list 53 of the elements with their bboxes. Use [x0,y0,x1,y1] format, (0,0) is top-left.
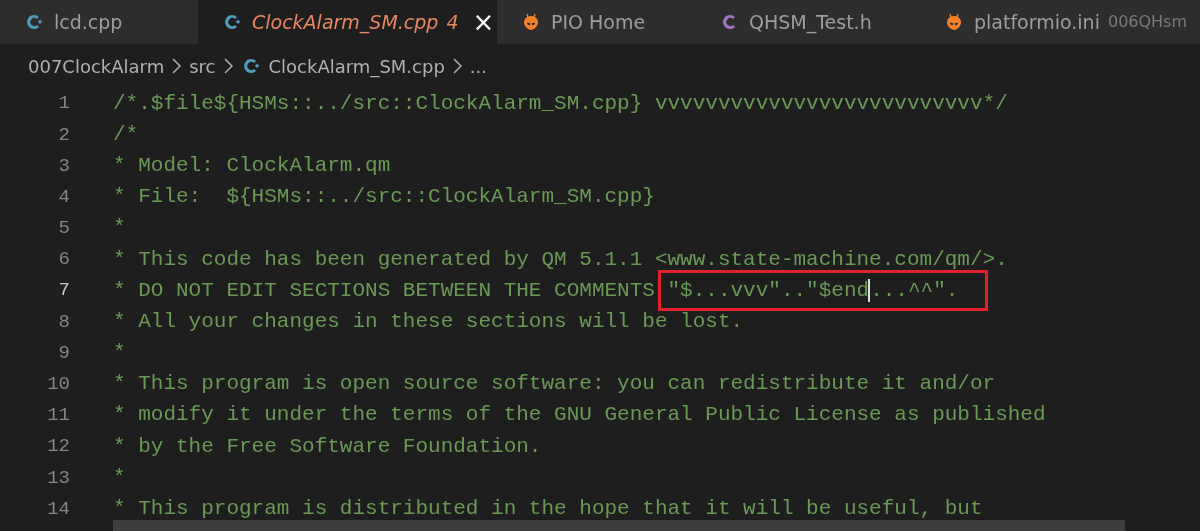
editor-tab[interactable]: ClockAlarm_SM.cpp 4 × [198,0,497,44]
editor-tab[interactable]: QHSM_Test.h [695,0,920,44]
chevron-icon [223,58,233,74]
code-line: * This program is distributed in the hope that it will be useful, but [113,499,983,520]
breadcrumb-item[interactable]: ... [469,52,487,80]
chevron-icon [172,58,182,74]
line-number: 14 [46,496,70,522]
code-line: * [113,343,126,364]
breadcrumb-item[interactable]: 007ClockAlarm [28,52,165,80]
breadcrumb-item[interactable]: ClockAlarm_SM.cpp [268,52,445,80]
editor-tab[interactable]: lcd.cpp [0,0,198,44]
line-number: 11 [46,403,70,429]
line-number: 7 [57,278,70,304]
code-line: * File: ${HSMs::../src::ClockAlarm_SM.cpp} [113,187,655,208]
line-number: 13 [46,465,70,491]
alien-head-icon [944,12,964,32]
editor-tab[interactable]: PIO Home [497,0,695,44]
problem-count: 4 [446,9,459,35]
cpp-file-icon [222,12,242,32]
cpp-file-icon [24,12,44,32]
tab-label: ClockAlarm_SM.cpp [252,9,439,36]
tab-label: PIO Home [551,9,646,35]
line-number: 2 [57,122,70,148]
breadcrumb-item[interactable]: src [189,52,216,80]
horizontal-scrollbar[interactable] [113,520,1125,531]
line-number: 4 [57,184,70,210]
close-button[interactable]: × [472,9,495,35]
code-line: /*.$file${HSMs::../src::ClockAlarm_SM.cpp} vvvvvvvvvvvvvvvvvvvvvvvvvv*/ [113,93,1008,114]
alien-head-icon [521,12,541,32]
code-line: * [113,467,126,488]
tab-label: platformio.ini [974,9,1100,35]
code-line: * [113,218,126,239]
editor-tab[interactable]: platformio.ini 006QHsm [920,0,1200,44]
line-number: 6 [57,247,70,273]
code-line: * DO NOT EDIT SECTIONS BETWEEN THE COMMENTS "$...vvv".."$end...^^". [113,280,959,301]
line-number: 1 [57,91,70,117]
line-number: 5 [57,216,70,242]
code-line: * This code has been generated by QM 5.1.1 <www.state-machine.com/qm/>. [113,249,1008,270]
tab-label: lcd.cpp [54,9,123,35]
line-number: 8 [57,309,70,335]
chevron-icon [452,58,462,74]
code-line: * modify it under the terms of the GNU General Public License as published [113,405,1046,426]
tab-description: 006QHsm [1107,11,1188,33]
line-number: 3 [57,153,70,179]
code-line: * Model: ClockAlarm.qm [113,155,391,176]
line-number: 9 [57,340,70,366]
tab-label: QHSM_Test.h [749,9,872,36]
line-number: 12 [46,434,70,460]
code-line: /* [113,124,139,145]
code-line: * All your changes in these sections will be lost. [113,311,744,332]
code-line: * This program is open source software: you can redistribute it and/or [113,374,996,395]
line-number: 10 [46,372,70,398]
code-line: * by the Free Software Foundation. [113,436,542,457]
